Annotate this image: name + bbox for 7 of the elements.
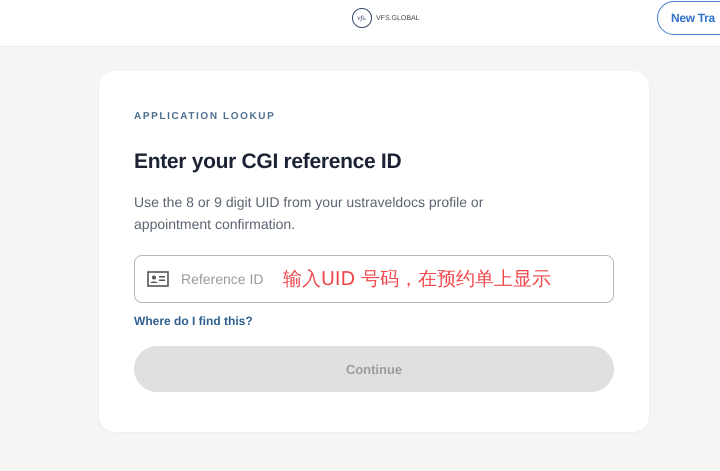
card-title: Enter your CGI reference ID: [134, 150, 402, 174]
new-button[interactable]: New Tra: [657, 1, 720, 35]
id-card-icon: [147, 271, 169, 287]
annotation-text: 输入UID 号码，在预约单上显示: [283, 267, 552, 292]
help-link[interactable]: Where do I find this?: [134, 314, 253, 328]
description: Use the 8 or 9 digit UID from your ustraveldocs profile or appointment confirmation.: [134, 193, 484, 234]
eyebrow-label: APPLICATION LOOKUP: [134, 111, 276, 122]
